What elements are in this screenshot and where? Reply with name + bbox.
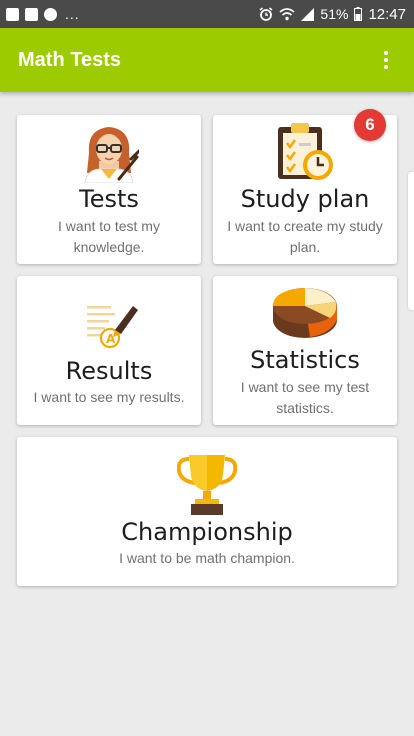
study-plan-badge: 6 [354, 109, 386, 141]
more-notifications: ... [65, 6, 80, 22]
study-plan-title: Study plan [240, 185, 370, 213]
signal-icon [301, 7, 315, 21]
tests-card[interactable]: Tests I want to test my knowledge. [17, 115, 201, 264]
championship-subtitle: I want to be math champion. [119, 550, 295, 566]
championship-title: Championship [121, 518, 293, 546]
clock-time: 12:47 [368, 5, 406, 23]
pen-grade-icon: A [87, 306, 138, 349]
app-bar: Math Tests [0, 28, 414, 92]
results-title: Results [65, 357, 153, 385]
clipboard-clock-icon [278, 123, 333, 180]
statistics-subtitle: I want to see my test statistics. [240, 379, 370, 416]
statistics-title: Statistics [250, 346, 360, 374]
scroll-edge-indicator [408, 172, 414, 310]
teacher-icon [84, 127, 139, 183]
trophy-icon [177, 455, 237, 515]
results-card[interactable]: A Results I want to see my results. [17, 276, 201, 425]
notification-b-icon [6, 7, 19, 21]
wifi-icon [279, 7, 295, 20]
app-title: Math Tests [18, 48, 121, 71]
facebook-icon [25, 7, 38, 21]
study-plan-subtitle: I want to create my study plan. [227, 218, 383, 255]
statistics-card[interactable]: Statistics I want to see my test statist… [213, 276, 397, 425]
alarm-icon [259, 7, 273, 21]
pie-chart-icon [273, 288, 337, 338]
championship-card[interactable]: Championship I want to be math champion. [17, 437, 397, 586]
results-subtitle: I want to see my results. [33, 389, 185, 405]
status-bar: ... 51% 12:47 [0, 0, 414, 28]
battery-percent: 51% [320, 6, 349, 22]
chrome-icon [44, 7, 57, 21]
tests-title: Tests [79, 185, 139, 213]
battery-icon [354, 7, 363, 21]
tests-subtitle: I want to test my knowledge. [58, 218, 160, 255]
overflow-menu-icon[interactable] [376, 48, 396, 72]
